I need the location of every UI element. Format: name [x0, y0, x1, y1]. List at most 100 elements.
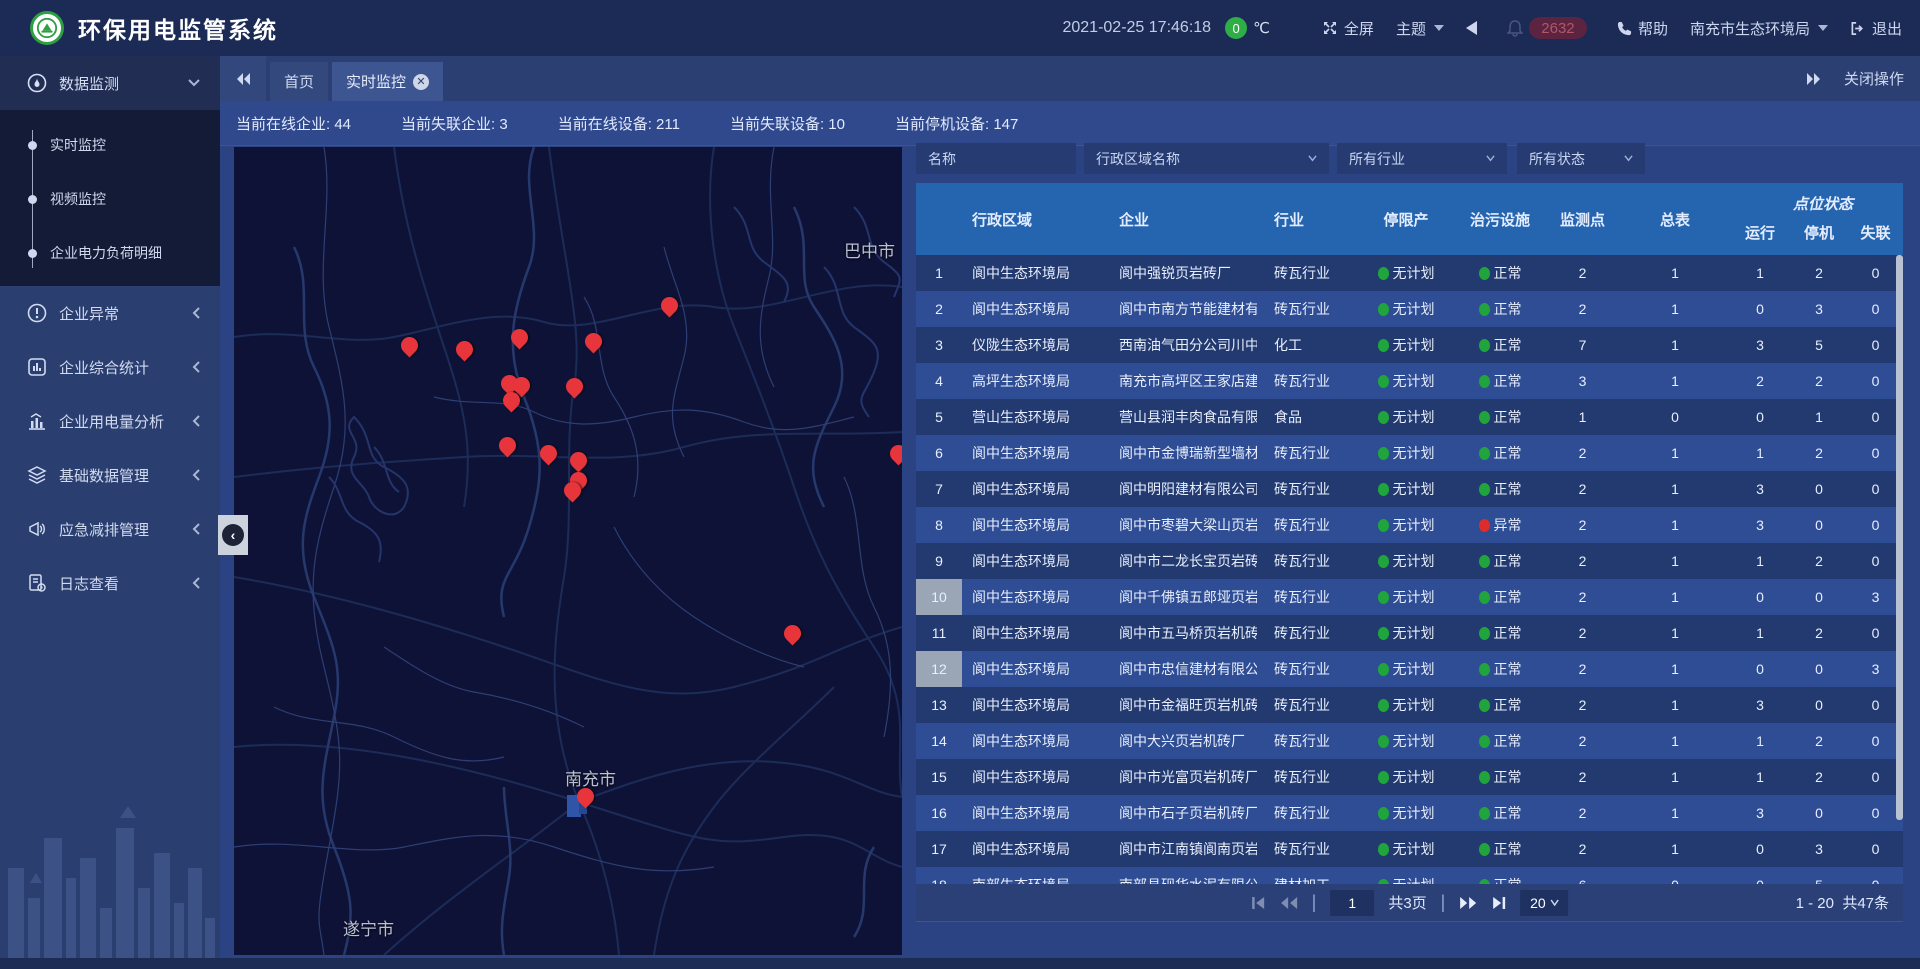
temperature-unit: ℃ — [1253, 19, 1270, 37]
fullscreen-button[interactable]: 全屏 — [1322, 18, 1374, 39]
tabbar: 首页 实时监控 ✕ 关闭操作 — [220, 56, 1920, 101]
stat-item-2: 当前在线设备: 211 — [558, 113, 680, 134]
skyline-decoration — [0, 768, 220, 958]
fullscreen-icon — [1322, 20, 1338, 36]
tab-home[interactable]: 首页 — [270, 62, 328, 101]
status-dot — [1479, 447, 1490, 460]
status-dot — [1479, 411, 1490, 424]
stat-item-0: 当前在线企业: 44 — [236, 113, 351, 134]
bullet-dot-icon — [28, 195, 37, 204]
temperature-badge: 0 — [1225, 17, 1247, 39]
sidebar-item-5[interactable]: 日志查看 — [0, 556, 220, 610]
sidebar-item-0[interactable]: 企业异常 — [0, 286, 220, 340]
double-right-icon[interactable] — [1806, 72, 1822, 86]
status-dot — [1479, 483, 1490, 496]
sidebar-item-2[interactable]: 企业用电量分析 — [0, 394, 220, 448]
table-row-9[interactable]: 9阆中生态环境局阆中市二龙长宝页岩砖砖瓦行业无计划正常21120 — [916, 543, 1903, 579]
chevron-left-icon — [192, 307, 200, 319]
enterprise-table: 行政区域企业行业停限产治污设施监测点总表运行停机失联点位状态 1阆中生态环境局阆… — [916, 183, 1903, 884]
stat-item-4: 当前停机设备: 147 — [895, 113, 1018, 134]
layers-icon — [27, 465, 47, 485]
col-2: 行业 — [1257, 183, 1357, 255]
tab-realtime-monitor[interactable]: 实时监控 ✕ — [332, 62, 443, 101]
sidebar-subitem-0[interactable]: 实时监控 — [0, 118, 220, 172]
next-page-button[interactable] — [1459, 896, 1477, 910]
pagination-bar: | 1 共3页 | 20 1 - 20 共47条 — [916, 884, 1903, 922]
collapse-map-button[interactable]: ‹ — [218, 515, 248, 555]
table-row-5[interactable]: 5营山生态环境局营山县润丰肉食品有限食品无计划正常10010 — [916, 399, 1903, 435]
table-row-4[interactable]: 4高坪生态环境局南充市高坪区王家店建砖瓦行业无计划正常31220 — [916, 363, 1903, 399]
sidebar-subitem-2[interactable]: 企业电力负荷明细 — [0, 226, 220, 280]
status-dot — [1479, 519, 1490, 532]
status-dot — [1479, 699, 1490, 712]
mute-icon[interactable] — [1466, 21, 1477, 35]
help-button[interactable]: 帮助 — [1617, 18, 1668, 39]
sidebar-item-3[interactable]: 基础数据管理 — [0, 448, 220, 502]
status-dot-green — [1378, 303, 1389, 316]
table-row-8[interactable]: 8阆中生态环境局阆中市枣碧大梁山页岩砖瓦行业无计划异常21300 — [916, 507, 1903, 543]
notification-count-badge: 2632 — [1529, 17, 1587, 39]
table-row-12[interactable]: 12阆中生态环境局阆中市忠信建材有限公砖瓦行业无计划正常21003 — [916, 651, 1903, 687]
table-body: 1阆中生态环境局阆中强锐页岩砖厂砖瓦行业无计划正常211202阆中生态环境局阆中… — [916, 255, 1903, 884]
chevron-left-icon — [192, 415, 200, 427]
table-row-7[interactable]: 7阆中生态环境局阆中明阳建材有限公司砖瓦行业无计划正常21300 — [916, 471, 1903, 507]
status-dot — [1479, 267, 1490, 280]
industry-filter-select[interactable]: 所有行业 — [1337, 143, 1507, 174]
stats-panel-icon — [27, 357, 47, 377]
first-page-button[interactable] — [1251, 896, 1266, 910]
org-menu[interactable]: 南充市生态环境局 — [1690, 18, 1828, 39]
region-filter-select[interactable]: 行政区域名称 — [1084, 143, 1329, 174]
stat-item-3: 当前失联设备: 10 — [730, 113, 845, 134]
status-dot-green — [1378, 555, 1389, 568]
table-row-16[interactable]: 16阆中生态环境局阆中市石子页岩机砖厂砖瓦行业无计划正常21300 — [916, 795, 1903, 831]
page-number-input[interactable]: 1 — [1330, 890, 1374, 916]
table-row-2[interactable]: 2阆中生态环境局阆中市南方节能建材有砖瓦行业无计划正常21030 — [916, 291, 1903, 327]
status-dot — [1479, 339, 1490, 352]
status-dot-green — [1378, 339, 1389, 352]
sidebar-item-4[interactable]: 应急减排管理 — [0, 502, 220, 556]
close-tab-icon[interactable]: ✕ — [413, 74, 429, 90]
filter-row: 名称 行政区域名称 所有行业 所有状态 — [916, 143, 1645, 174]
table-row-14[interactable]: 14阆中生态环境局阆中大兴页岩机砖厂砖瓦行业无计划正常21120 — [916, 723, 1903, 759]
sidebar: 数据监测 实时监控视频监控企业电力负荷明细 企业异常企业综合统计企业用电量分析基… — [0, 56, 220, 958]
group-header: 点位状态 — [1743, 193, 1903, 214]
table-row-11[interactable]: 11阆中生态环境局阆中市五马桥页岩机砖砖瓦行业无计划正常21120 — [916, 615, 1903, 651]
sidebar-subitem-1[interactable]: 视频监控 — [0, 172, 220, 226]
scrollbar[interactable] — [1896, 255, 1903, 820]
status-dot — [1479, 303, 1490, 316]
page-size-select[interactable]: 20 — [1520, 890, 1568, 916]
table-row-1[interactable]: 1阆中生态环境局阆中强锐页岩砖厂砖瓦行业无计划正常21120 — [916, 255, 1903, 291]
table-row-18[interactable]: 18南部生态环境局南部县砚华水泥有限公建材加工无计划正常60050 — [916, 867, 1903, 884]
bullet-dot-icon — [28, 141, 37, 150]
table-row-3[interactable]: 3仪陇生态环境局西南油气田分公司川中化工无计划正常71350 — [916, 327, 1903, 363]
phone-icon — [1617, 21, 1632, 36]
app-title: 环保用电监管系统 — [78, 11, 278, 45]
prev-page-button[interactable] — [1280, 896, 1298, 910]
sidebar-item-data-monitor[interactable]: 数据监测 — [0, 56, 220, 110]
tabs-scroll-left-button[interactable] — [220, 56, 266, 101]
bullet-dot-icon — [28, 249, 37, 258]
status-dot — [1479, 627, 1490, 640]
status-filter-select[interactable]: 所有状态 — [1517, 143, 1645, 174]
table-row-17[interactable]: 17阆中生态环境局阆中市江南镇阆南页岩砖瓦行业无计划正常21030 — [916, 831, 1903, 867]
col-5: 监测点 — [1545, 183, 1620, 255]
table-row-15[interactable]: 15阆中生态环境局阆中市光富页岩机砖厂砖瓦行业无计划正常21120 — [916, 759, 1903, 795]
bell-icon — [1507, 19, 1523, 37]
statsbar: 当前在线企业: 44当前失联企业: 3当前在线设备: 211当前失联设备: 10… — [220, 101, 1920, 146]
logout-button[interactable]: 退出 — [1850, 18, 1902, 39]
map-panel[interactable]: 巴中市南充市遂宁市 — [234, 147, 902, 955]
table-row-13[interactable]: 13阆中生态环境局阆中市金福旺页岩机砖砖瓦行业无计划正常21300 — [916, 687, 1903, 723]
notifications[interactable]: 2632 — [1507, 17, 1587, 39]
table-row-6[interactable]: 6阆中生态环境局阆中市金博瑞新型墙材砖瓦行业无计划正常21120 — [916, 435, 1903, 471]
theme-menu[interactable]: 主题 — [1396, 18, 1444, 39]
col-0: 行政区域 — [962, 183, 1107, 255]
sidebar-item-1[interactable]: 企业综合统计 — [0, 340, 220, 394]
name-filter-input[interactable]: 名称 — [916, 143, 1076, 174]
topbar: 环保用电监管系统 2021-02-25 17:46:18 0 ℃ 全屏 主题 2… — [0, 0, 1920, 56]
close-operations-button[interactable]: 关闭操作 — [1844, 68, 1904, 89]
table-row-10[interactable]: 10阆中生态环境局阆中千佛镇五郎垭页岩砖瓦行业无计划正常21003 — [916, 579, 1903, 615]
col-index — [916, 183, 962, 255]
map-city-label-2: 遂宁市 — [343, 915, 394, 940]
last-page-button[interactable] — [1491, 896, 1506, 910]
status-dot-green — [1378, 699, 1389, 712]
